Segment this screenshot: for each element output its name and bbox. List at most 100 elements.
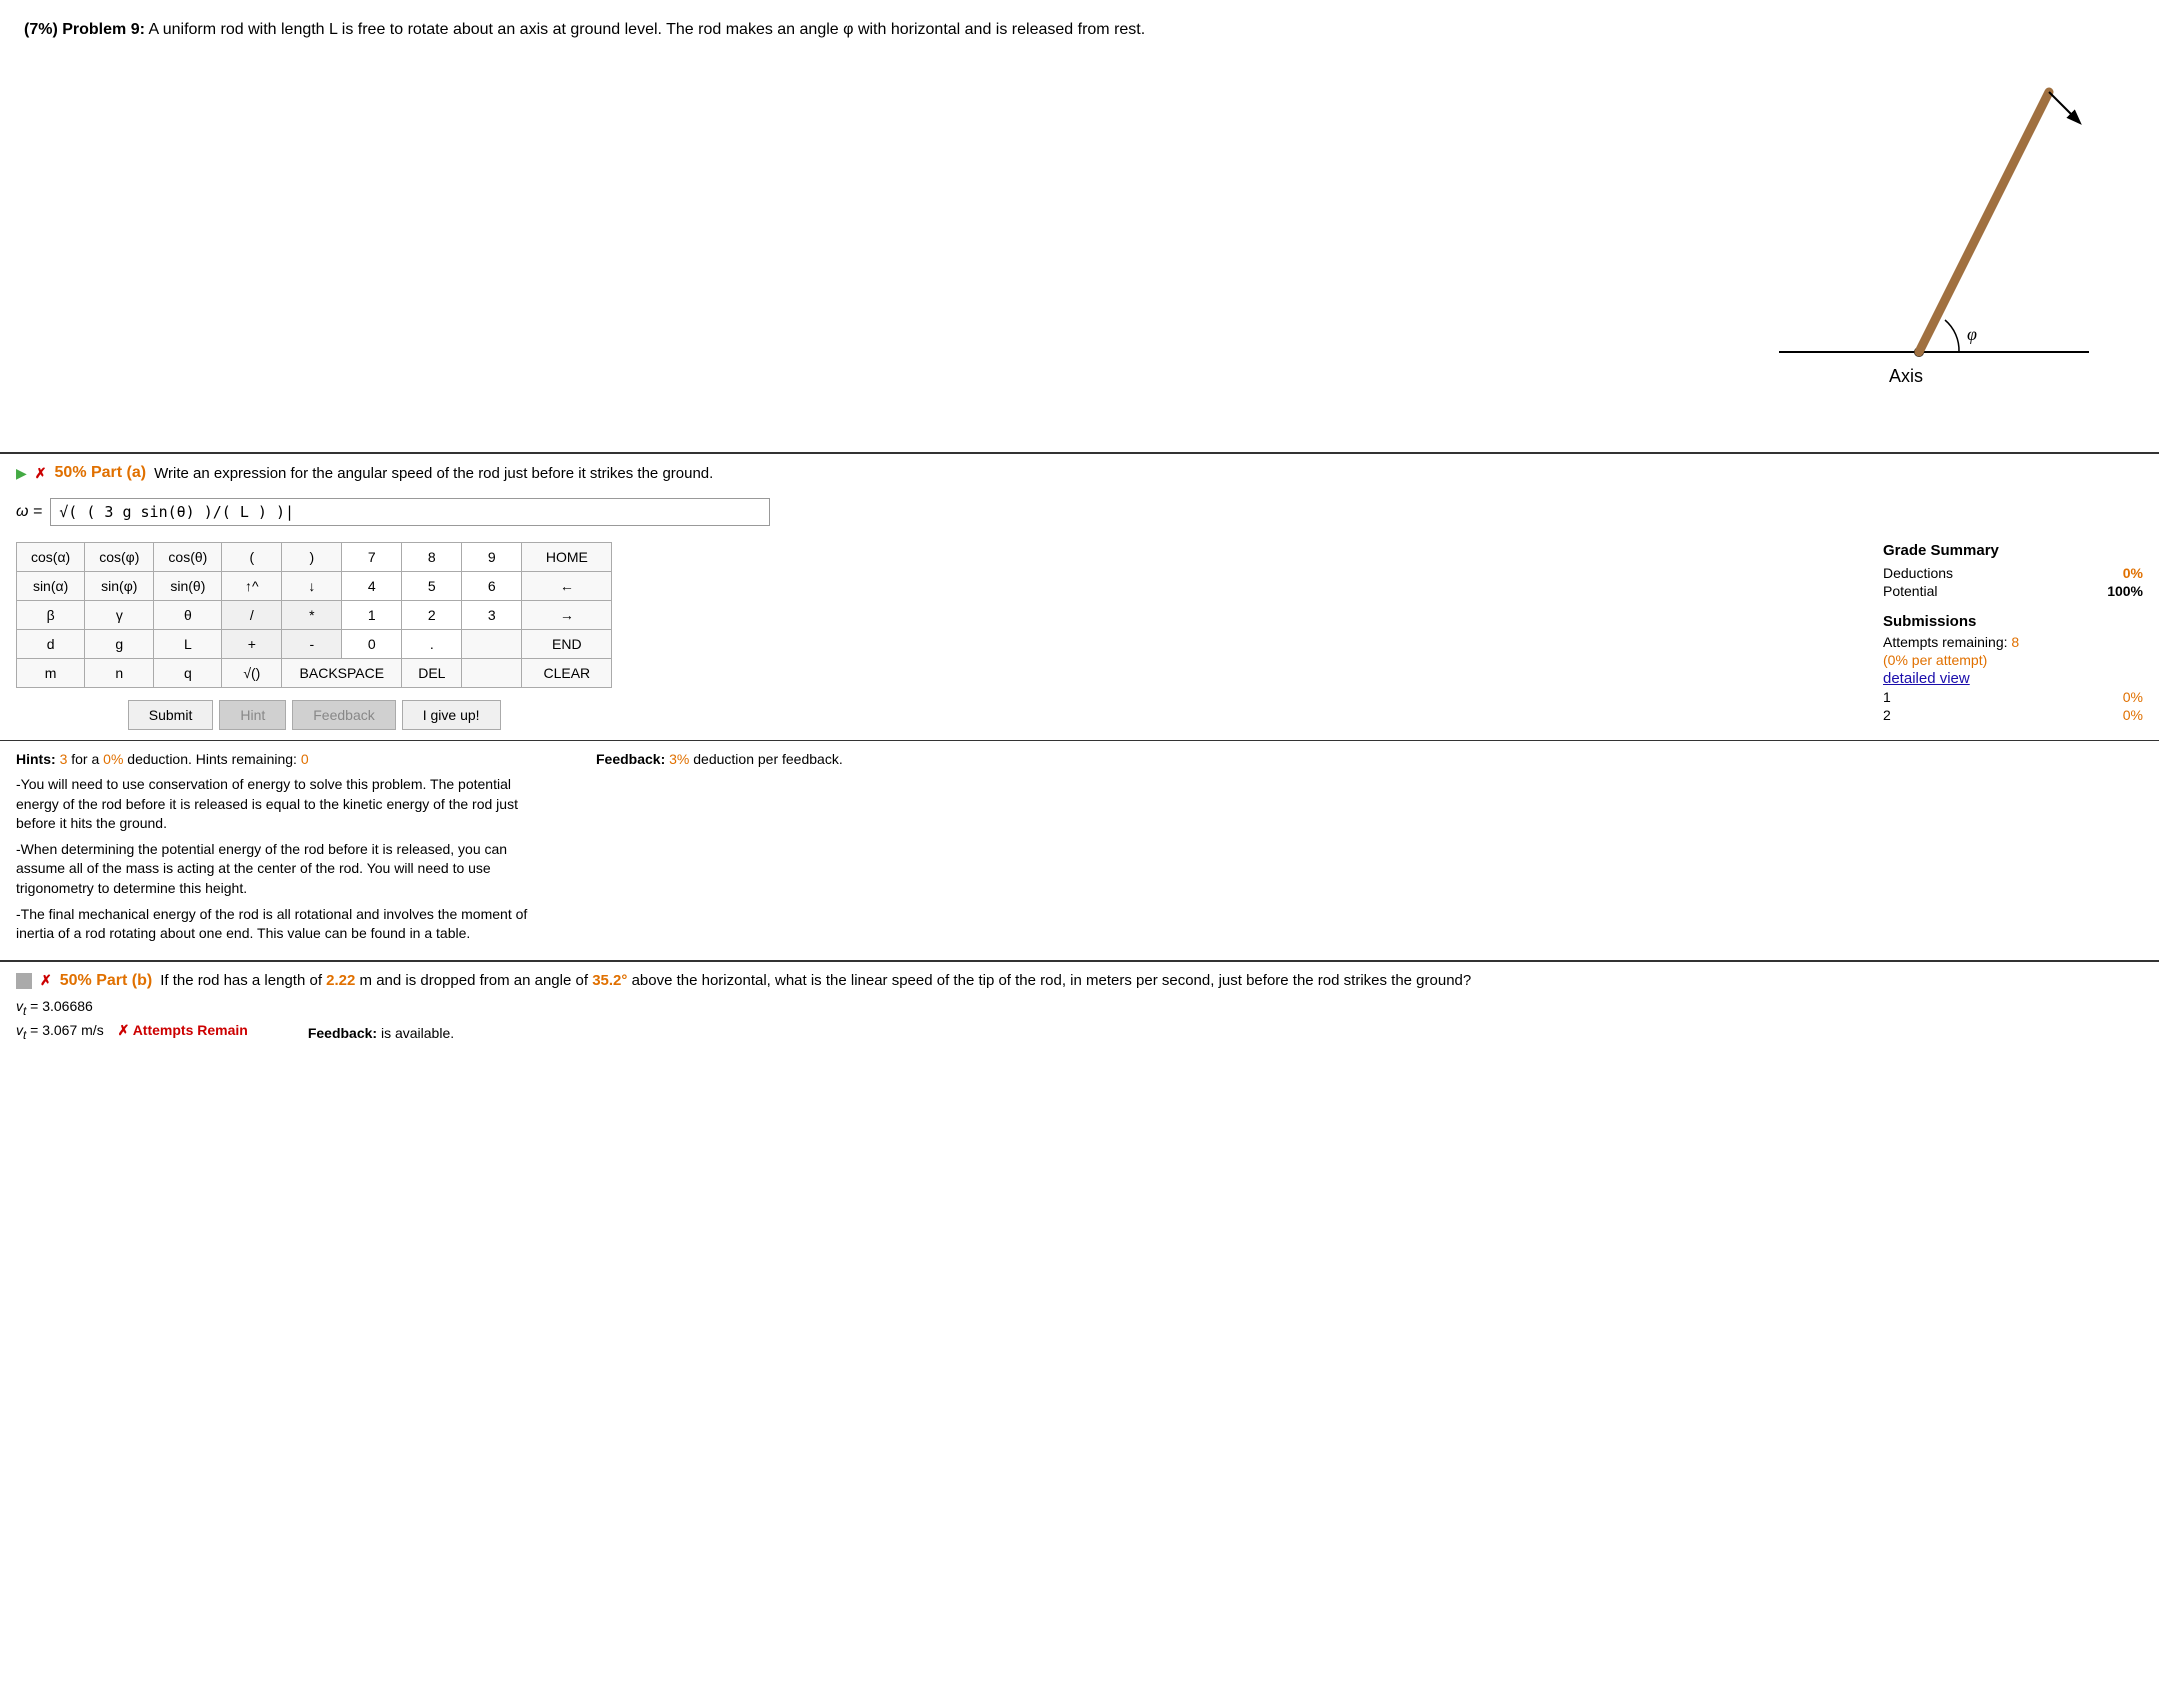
- calc-multiply[interactable]: *: [282, 601, 342, 630]
- attempts-value: 8: [2011, 634, 2019, 650]
- deductions-value: 0%: [2123, 565, 2143, 581]
- x-icon: ✗: [35, 465, 47, 482]
- play-icon: ▶: [16, 465, 27, 482]
- calc-2[interactable]: 2: [402, 601, 462, 630]
- feedback-label: Feedback:: [596, 751, 665, 767]
- part-b-answer2: vt = 3.067 m/s ✗ Attempts Remain: [16, 1022, 248, 1042]
- calc-backspace[interactable]: BACKSPACE: [282, 659, 402, 688]
- svg-text:Axis: Axis: [1889, 366, 1923, 386]
- calc-cos-phi[interactable]: cos(φ): [85, 543, 154, 572]
- calc-q[interactable]: q: [154, 659, 222, 688]
- calc-8[interactable]: 8: [402, 543, 462, 572]
- calc-6[interactable]: 6: [462, 572, 522, 601]
- calc-9[interactable]: 9: [462, 543, 522, 572]
- answer-input[interactable]: [50, 498, 770, 526]
- submission-1-row: 1 0%: [1883, 689, 2143, 705]
- calc-table: cos(α) cos(φ) cos(θ) ( ) 7 8 9 HOME sin(…: [16, 542, 612, 688]
- part-a-section: ▶ ✗ 50% Part (a) Write an expression for…: [0, 452, 2159, 740]
- calc-L[interactable]: L: [154, 630, 222, 659]
- submit-button[interactable]: Submit: [128, 700, 214, 730]
- calc-cos-alpha[interactable]: cos(α): [17, 543, 85, 572]
- calc-downarrow[interactable]: ↓: [282, 572, 342, 601]
- submissions-title: Submissions: [1883, 613, 2143, 630]
- calc-del[interactable]: DEL: [402, 659, 462, 688]
- calc-n[interactable]: n: [85, 659, 154, 688]
- diagram-area: Axis φ: [0, 52, 2159, 452]
- omega-symbol: ω =: [16, 503, 42, 521]
- calc-dot[interactable]: .: [402, 630, 462, 659]
- calc-grade-row: cos(α) cos(φ) cos(θ) ( ) 7 8 9 HOME sin(…: [0, 532, 2159, 740]
- calc-sin-alpha[interactable]: sin(α): [17, 572, 85, 601]
- problem-number: Problem 9:: [62, 21, 145, 38]
- part-b-answers: vt = 3.06686 vt = 3.067 m/s ✗ Attempts R…: [16, 998, 2143, 1042]
- calc-sqrt[interactable]: √(): [222, 659, 282, 688]
- part-b-answer1-eq: =: [30, 998, 42, 1014]
- part-b-answer2-eq: =: [30, 1022, 42, 1038]
- calc-sin-phi[interactable]: sin(φ): [85, 572, 154, 601]
- hints-deduction-label: for a: [71, 751, 99, 767]
- calc-uparrow[interactable]: ↑^: [222, 572, 282, 601]
- calc-lparen[interactable]: (: [222, 543, 282, 572]
- part-b-x-icon: ✗: [40, 972, 52, 989]
- svg-text:φ: φ: [1967, 324, 1977, 344]
- calc-5[interactable]: 5: [402, 572, 462, 601]
- calc-cos-theta[interactable]: cos(θ): [154, 543, 222, 572]
- attempts-label: Attempts remaining:: [1883, 634, 2008, 650]
- part-b-attempts-remain: ✗ Attempts Remain: [118, 1022, 248, 1038]
- problem-header: (7%) Problem 9: A uniform rod with lengt…: [0, 0, 2159, 52]
- part-b-answer1-value: 3.06686: [42, 998, 93, 1014]
- part-b-section: ✗ 50% Part (b) If the rod has a length o…: [0, 960, 2159, 1052]
- part-a-header: ▶ ✗ 50% Part (a) Write an expression for…: [0, 454, 2159, 492]
- calc-theta[interactable]: θ: [154, 601, 222, 630]
- hint-text-2: -When determining the potential energy o…: [16, 840, 536, 899]
- calc-1[interactable]: 1: [342, 601, 402, 630]
- part-b-header: ✗ 50% Part (b) If the rod has a length o…: [16, 972, 2143, 990]
- calc-d[interactable]: d: [17, 630, 85, 659]
- calc-beta[interactable]: β: [17, 601, 85, 630]
- calc-end[interactable]: END: [522, 630, 612, 659]
- calc-minus[interactable]: -: [282, 630, 342, 659]
- calc-gamma[interactable]: γ: [85, 601, 154, 630]
- calc-g[interactable]: g: [85, 630, 154, 659]
- calc-leftarrow[interactable]: ←: [522, 572, 612, 601]
- problem-weight: (7%): [24, 21, 58, 38]
- calc-plus[interactable]: +: [222, 630, 282, 659]
- sub-2-value: 0%: [2123, 707, 2143, 723]
- feedback-button[interactable]: Feedback: [292, 700, 395, 730]
- part-b-label: 50% Part (b): [60, 972, 152, 990]
- giveup-button[interactable]: I give up!: [402, 700, 501, 730]
- potential-row: Potential 100%: [1883, 583, 2143, 599]
- feedback-text: deduction per feedback.: [693, 751, 842, 767]
- part-b-feedback: Feedback: is available.: [308, 1025, 454, 1041]
- grade-summary-title: Grade Summary: [1883, 542, 2143, 559]
- part-b-answer2-label: vt: [16, 1022, 26, 1038]
- calc-divide[interactable]: /: [222, 601, 282, 630]
- calc-rparen[interactable]: ): [282, 543, 342, 572]
- feedback-deduction: 3%: [669, 751, 689, 767]
- calc-0[interactable]: 0: [342, 630, 402, 659]
- hints-count: 3: [60, 751, 68, 767]
- hint-text-3: -The final mechanical energy of the rod …: [16, 905, 536, 944]
- problem-description: A uniform rod with length L is free to r…: [148, 21, 1145, 38]
- calc-7[interactable]: 7: [342, 543, 402, 572]
- detailed-view-link[interactable]: detailed view: [1883, 670, 2143, 687]
- calc-sin-theta[interactable]: sin(θ): [154, 572, 222, 601]
- grade-summary: Grade Summary Deductions 0% Potential 10…: [1883, 542, 2143, 730]
- calc-m[interactable]: m: [17, 659, 85, 688]
- hints-text: Hints: 3 for a 0% deduction. Hints remai…: [16, 751, 536, 950]
- hint-button[interactable]: Hint: [219, 700, 286, 730]
- calc-rightarrow[interactable]: →: [522, 601, 612, 630]
- sub-1-value: 0%: [2123, 689, 2143, 705]
- calc-3[interactable]: 3: [462, 601, 522, 630]
- calc-home[interactable]: HOME: [522, 543, 612, 572]
- hint-text-1: -You will need to use conservation of en…: [16, 775, 536, 834]
- part-b-answer2-value: 3.067 m/s: [42, 1022, 103, 1038]
- deductions-label: Deductions: [1883, 565, 1953, 581]
- calc-clear[interactable]: CLEAR: [522, 659, 612, 688]
- part-b-answer-col: vt = 3.06686 vt = 3.067 m/s ✗ Attempts R…: [16, 998, 248, 1042]
- calc-4[interactable]: 4: [342, 572, 402, 601]
- part-b-answer1-label: vt: [16, 998, 26, 1014]
- hints-deduction-value: 0%: [103, 751, 123, 767]
- per-attempt: (0% per attempt): [1883, 652, 2143, 668]
- sub-2-num: 2: [1883, 707, 1891, 723]
